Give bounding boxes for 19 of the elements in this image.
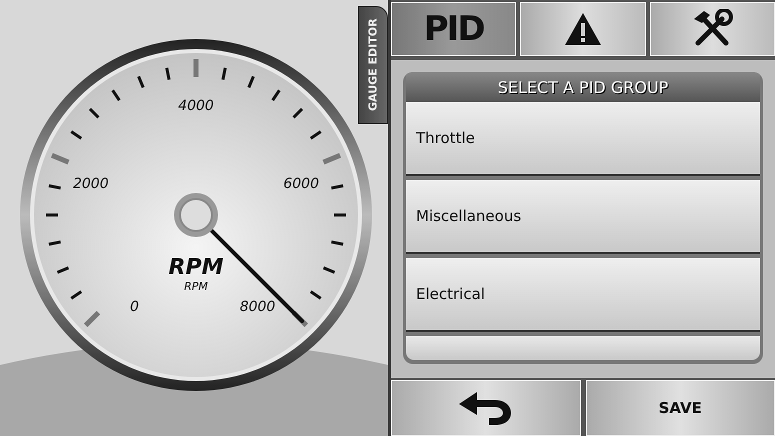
gauge-editor-tab[interactable]: GAUGE EDITOR <box>358 6 388 124</box>
scale-label: 6000 <box>283 176 320 192</box>
pid-group-item[interactable]: Throttle <box>406 102 760 176</box>
pid-tab[interactable]: PID <box>391 2 516 56</box>
warning-tab[interactable] <box>520 2 646 56</box>
panel-title: SELECT A PID GROUP <box>406 72 760 102</box>
back-button[interactable] <box>391 380 580 436</box>
scale-label: 2000 <box>72 176 109 192</box>
scale-label: 8000 <box>240 299 276 316</box>
gauge-unit: RPM <box>184 280 208 293</box>
scale-label: 4000 <box>178 98 214 114</box>
pid-group-item[interactable]: Miscellaneous <box>406 180 760 254</box>
scale-label: 0 <box>130 299 139 316</box>
warning-icon <box>562 11 603 47</box>
pid-group-item[interactable]: Electrical <box>406 258 760 332</box>
needle-hub <box>174 193 218 237</box>
tools-tab[interactable] <box>650 2 775 56</box>
save-button[interactable]: SAVE <box>586 380 775 436</box>
gauge-title: RPM <box>168 255 224 280</box>
